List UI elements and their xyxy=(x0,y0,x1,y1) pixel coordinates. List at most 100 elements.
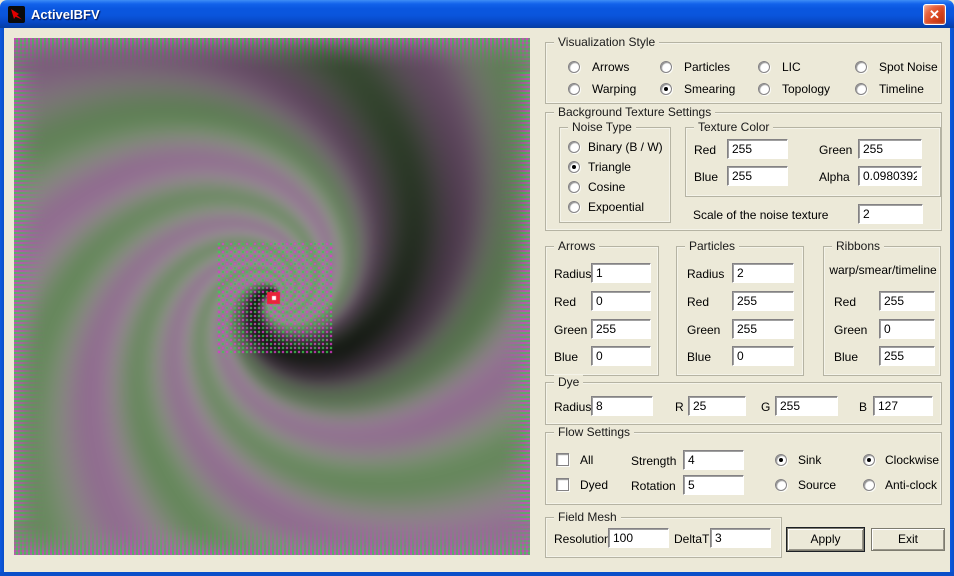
radio-sink-label: Sink xyxy=(798,453,821,467)
radio-source[interactable] xyxy=(775,479,787,491)
arrows-green-input[interactable] xyxy=(591,319,651,339)
window-border-bottom xyxy=(0,572,954,576)
deltat-label: DeltaT xyxy=(674,532,709,546)
texture-green-label: Green xyxy=(819,143,852,157)
arrows-radius-label: Radius xyxy=(554,267,591,281)
radio-exponential[interactable] xyxy=(568,201,580,213)
strength-input[interactable] xyxy=(683,450,744,470)
ribbons-note: warp/smear/timeline xyxy=(824,263,942,277)
radio-timeline-label: Timeline xyxy=(879,82,924,96)
radio-lic-label: LIC xyxy=(782,60,801,74)
radio-triangle-label: Triangle xyxy=(588,160,631,174)
strength-label: Strength xyxy=(631,454,676,468)
radio-anticlock[interactable] xyxy=(863,479,875,491)
radio-binary[interactable] xyxy=(568,141,580,153)
particles-red-input[interactable] xyxy=(732,291,794,311)
group-label: Dye xyxy=(554,375,583,389)
dye-g-input[interactable] xyxy=(775,396,838,416)
arrows-radius-input[interactable] xyxy=(591,263,651,283)
radio-clockwise[interactable] xyxy=(863,454,875,466)
group-label: Visualization Style xyxy=(554,35,659,49)
checkbox-dyed[interactable] xyxy=(556,478,569,491)
window-border-right xyxy=(950,28,954,576)
group-field-mesh: Field Mesh Resolution DeltaT xyxy=(545,517,782,558)
radio-arrows[interactable] xyxy=(568,61,580,73)
particles-green-label: Green xyxy=(687,323,720,337)
ribbons-blue-label: Blue xyxy=(834,350,858,364)
resolution-input[interactable] xyxy=(608,528,669,548)
dye-r-label: R xyxy=(675,400,684,414)
radio-particles-label: Particles xyxy=(684,60,730,74)
checkbox-all[interactable] xyxy=(556,453,569,466)
group-texture-color: Texture Color Red Green Blue Alpha xyxy=(685,127,941,197)
texture-alpha-input[interactable] xyxy=(858,166,922,186)
group-label: Arrows xyxy=(554,239,599,253)
texture-blue-input[interactable] xyxy=(727,166,788,186)
radio-topology-label: Topology xyxy=(782,82,830,96)
group-label: Particles xyxy=(685,239,739,253)
group-ribbons: Ribbons warp/smear/timeline Red Green Bl… xyxy=(823,246,941,376)
radio-timeline[interactable] xyxy=(855,83,867,95)
client-area: Visualization Style Arrows Particles LIC… xyxy=(4,28,950,572)
window-border-left xyxy=(0,28,4,576)
window-title: ActiveIBFV xyxy=(31,7,100,22)
ribbons-red-input[interactable] xyxy=(879,291,935,311)
apply-button[interactable]: Apply xyxy=(787,528,864,551)
deltat-input[interactable] xyxy=(710,528,771,548)
radio-spot-noise-label: Spot Noise xyxy=(879,60,938,74)
title-bar[interactable]: ActiveIBFV ✕ xyxy=(0,0,954,28)
radio-source-label: Source xyxy=(798,478,836,492)
group-flow-settings: Flow Settings All Dyed Strength Rotation… xyxy=(545,432,942,505)
noise-scale-input[interactable] xyxy=(858,204,923,224)
dye-b-input[interactable] xyxy=(873,396,933,416)
group-visualization-style: Visualization Style Arrows Particles LIC… xyxy=(545,42,942,104)
radio-smearing[interactable] xyxy=(660,83,672,95)
close-button[interactable]: ✕ xyxy=(923,4,946,25)
particles-radius-input[interactable] xyxy=(732,263,794,283)
dye-r-input[interactable] xyxy=(688,396,746,416)
radio-cosine[interactable] xyxy=(568,181,580,193)
radio-clockwise-label: Clockwise xyxy=(885,453,939,467)
group-label: Ribbons xyxy=(832,239,884,253)
arrows-red-input[interactable] xyxy=(591,291,651,311)
group-label: Field Mesh xyxy=(554,510,621,524)
group-arrows: Arrows Radius Red Green Blue xyxy=(545,246,659,376)
texture-green-input[interactable] xyxy=(858,139,922,159)
particles-red-label: Red xyxy=(687,295,709,309)
particles-blue-input[interactable] xyxy=(732,346,794,366)
texture-alpha-label: Alpha xyxy=(819,170,850,184)
ribbons-green-label: Green xyxy=(834,323,867,337)
radio-warping[interactable] xyxy=(568,83,580,95)
group-label: Background Texture Settings xyxy=(554,105,715,119)
radio-lic[interactable] xyxy=(758,61,770,73)
group-particles: Particles Radius Red Green Blue xyxy=(676,246,804,376)
radio-warping-label: Warping xyxy=(592,82,636,96)
flow-visualization-canvas[interactable] xyxy=(14,38,530,555)
particles-green-input[interactable] xyxy=(732,319,794,339)
radio-anticlock-label: Anti-clock xyxy=(885,478,937,492)
checkbox-all-label: All xyxy=(580,453,593,467)
group-background-texture: Background Texture Settings Noise Type B… xyxy=(545,112,942,231)
dye-radius-input[interactable] xyxy=(591,396,653,416)
radio-topology[interactable] xyxy=(758,83,770,95)
radio-cosine-label: Cosine xyxy=(588,180,625,194)
dye-radius-label: Radius xyxy=(554,400,591,414)
exit-button[interactable]: Exit xyxy=(871,528,945,551)
radio-spot-noise[interactable] xyxy=(855,61,867,73)
texture-blue-label: Blue xyxy=(694,170,718,184)
radio-triangle[interactable] xyxy=(568,161,580,173)
arrows-red-label: Red xyxy=(554,295,576,309)
noise-scale-label: Scale of the noise texture xyxy=(693,208,828,222)
dye-b-label: B xyxy=(859,400,867,414)
texture-red-input[interactable] xyxy=(727,139,788,159)
group-label: Flow Settings xyxy=(554,425,634,439)
rotation-input[interactable] xyxy=(683,475,744,495)
radio-binary-label: Binary (B / W) xyxy=(588,140,663,154)
arrows-green-label: Green xyxy=(554,323,587,337)
radio-smearing-label: Smearing xyxy=(684,82,735,96)
radio-particles[interactable] xyxy=(660,61,672,73)
arrows-blue-input[interactable] xyxy=(591,346,651,366)
ribbons-green-input[interactable] xyxy=(879,319,935,339)
radio-sink[interactable] xyxy=(775,454,787,466)
ribbons-blue-input[interactable] xyxy=(879,346,935,366)
